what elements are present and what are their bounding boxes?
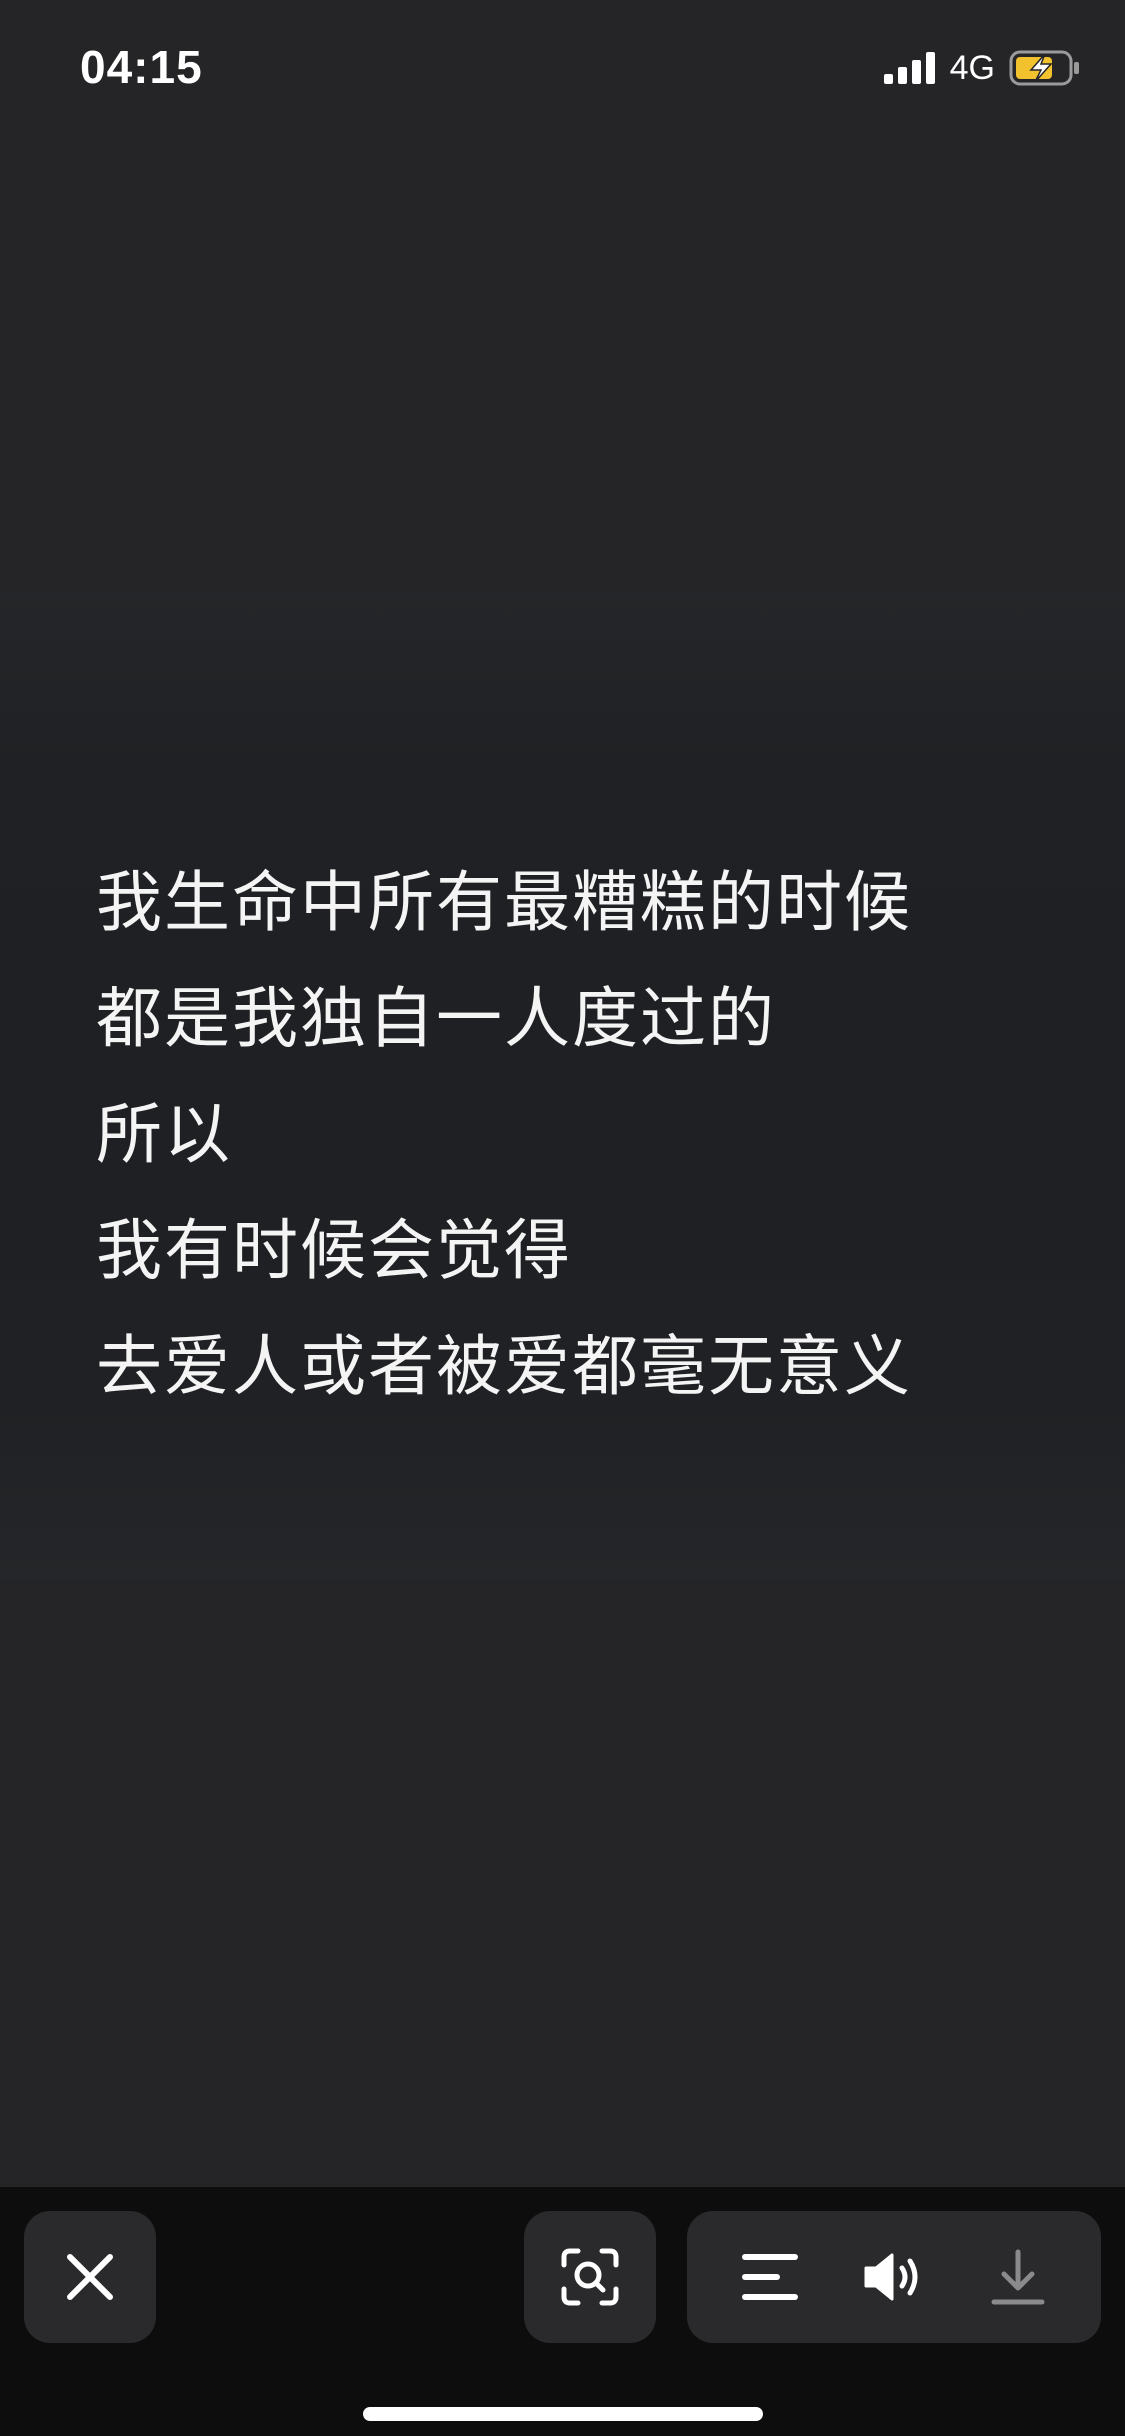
volume-button[interactable] [839,2211,949,2343]
menu-button[interactable] [715,2211,825,2343]
media-controls [687,2211,1101,2343]
close-button[interactable] [24,2211,156,2343]
lyric-line: 我生命中所有最糟糕的时候 [96,864,912,941]
lyric-line: 去爱人或者被爱都毫无意义 [96,1328,912,1405]
network-label: 4G [949,48,995,87]
scan-button[interactable] [524,2211,656,2343]
lyric-line: 我有时候会觉得 [96,1212,572,1289]
lyric-line: 所以 [96,1096,232,1173]
lyrics-text: 我生命中所有最糟糕的时候 都是我独自一人度过的 所以 我有时候会觉得 去爱人或者… [96,845,1056,1425]
status-time: 04:15 [80,41,203,93]
home-indicator[interactable] [363,2407,763,2421]
battery-charging-icon [1009,50,1079,86]
signal-icon [883,52,935,84]
bottom-toolbar [0,2187,1125,2436]
download-icon [991,2249,1045,2305]
download-button[interactable] [963,2211,1073,2343]
close-icon [67,2254,113,2300]
lyric-line: 都是我独自一人度过的 [96,980,776,1057]
volume-icon [864,2253,918,2301]
menu-icon [742,2254,798,2300]
scan-icon [561,2248,619,2306]
status-bar: 04:15 4G [0,0,1125,140]
status-indicators: 4G [883,48,1081,88]
